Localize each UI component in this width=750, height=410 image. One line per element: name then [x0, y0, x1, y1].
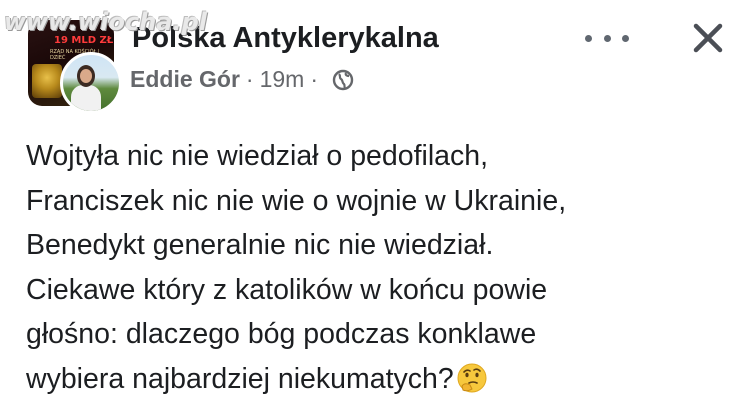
- post-text-line: Benedykt generalnie nic nie wiedział.: [26, 229, 494, 261]
- group-avatar-title: 19 MLD ZŁ: [54, 35, 114, 46]
- post-text: Wojtyła nic nie wiedział o pedofilach, F…: [26, 134, 726, 407]
- thinking-face-svg: [457, 363, 487, 392]
- gold-bars-image: [32, 64, 62, 98]
- avatar-face-shape: [80, 69, 92, 83]
- author-name-link[interactable]: Eddie Gór: [130, 66, 240, 93]
- post-text-line: Franciszek nic nie wie o wojnie w Ukrain…: [26, 184, 567, 217]
- user-avatar[interactable]: [60, 52, 122, 114]
- globe-icon-svg: [332, 69, 354, 90]
- post-text-line: głośno: dlaczego bóg podczas konklawe: [26, 318, 537, 350]
- globe-icon: [332, 69, 354, 91]
- post-text-line-content: wybiera najbardziej niekumatych?: [26, 362, 454, 395]
- post-text-line: Ciekawe który z katolików w końcu powie: [26, 273, 548, 306]
- post-timestamp[interactable]: 19m: [260, 66, 305, 93]
- thinking-face-icon: [456, 362, 488, 408]
- dot-shape: [603, 34, 611, 42]
- close-icon[interactable]: [690, 20, 726, 56]
- post-text-line-last: wybiera najbardziej niekumatych?: [26, 357, 726, 408]
- group-name-link[interactable]: Polska Antyklerykalna: [132, 22, 439, 55]
- post-meta: Eddie Gór · 19m ·: [130, 66, 354, 93]
- meta-separator: ·: [245, 66, 254, 92]
- close-icon-svg: [693, 23, 723, 53]
- dot-shape: [585, 34, 592, 42]
- dot-shape: [622, 34, 629, 42]
- meta-separator-2: ·: [310, 66, 318, 92]
- post-text-line: Wojtyła nic nie wiedział o pedofilach,: [26, 140, 489, 172]
- post-header: 19 MLD ZŁ RZĄD NA KOŚCIÓŁ | DZIEĆ Polska…: [0, 0, 750, 120]
- more-dots-icon[interactable]: [585, 30, 629, 46]
- avatar-body-shape: [71, 85, 101, 111]
